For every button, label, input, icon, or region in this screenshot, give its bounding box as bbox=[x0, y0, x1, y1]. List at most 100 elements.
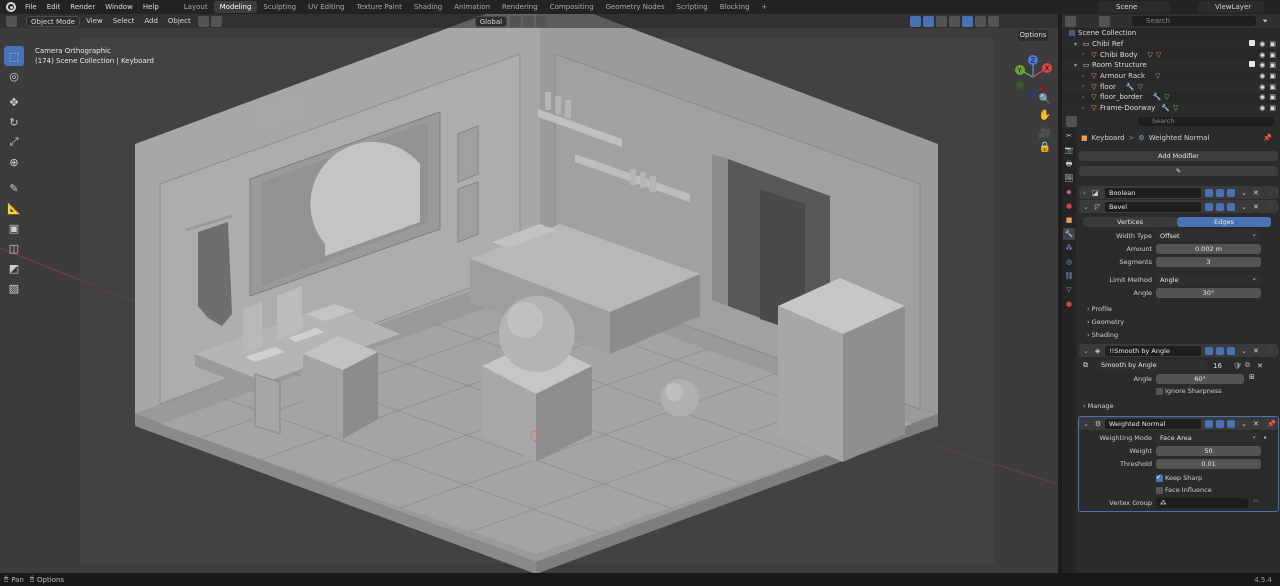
visibility-eye-icon[interactable]: ◉ bbox=[1259, 83, 1265, 91]
render-tab-icon[interactable]: 📷 bbox=[1063, 144, 1075, 156]
dropdown-icon[interactable]: ⌄ bbox=[1241, 189, 1247, 197]
geometry-subpanel[interactable]: › Geometry bbox=[1087, 318, 1124, 326]
modifier-weighted-normal-header[interactable]: ⌄ ⚙ Weighted Normal ⌄ ✕ 📌 bbox=[1079, 417, 1278, 430]
visibility-eye-icon[interactable]: ◉ bbox=[1259, 40, 1265, 48]
tab-layout[interactable]: Layout bbox=[178, 1, 214, 13]
filter-icon[interactable]: ⏷ bbox=[1262, 17, 1268, 26]
modifier-tab-icon[interactable]: 🔧 bbox=[1063, 228, 1075, 240]
modifier-boolean-header[interactable]: › ◪ Boolean ⌄ ✕ ⋮⋮ bbox=[1079, 186, 1280, 199]
mode-dropdown[interactable]: Object Mode bbox=[26, 15, 81, 27]
remove-modifier-icon[interactable]: ✕ bbox=[1253, 189, 1259, 197]
select-box-tool-icon[interactable]: ⬚ bbox=[4, 46, 24, 66]
wireframe-shading-icon[interactable] bbox=[949, 15, 961, 27]
render-camera-icon[interactable]: ▣ bbox=[1269, 61, 1276, 69]
select-mode-2-icon[interactable] bbox=[210, 15, 222, 27]
material-tab-icon[interactable]: ● bbox=[1063, 298, 1075, 310]
extra-tool-2-icon[interactable]: ▨ bbox=[4, 278, 24, 298]
tab-sculpting[interactable]: Sculpting bbox=[257, 1, 302, 13]
overlay-toggle-icon[interactable] bbox=[923, 15, 935, 27]
manage-subpanel[interactable]: › Manage bbox=[1083, 402, 1114, 410]
dropdown-icon[interactable]: ⌄ bbox=[1241, 203, 1247, 211]
invert-vertex-group-icon[interactable]: ↔ bbox=[1253, 497, 1259, 505]
render-camera-icon[interactable]: ▣ bbox=[1269, 104, 1276, 112]
expand-arrow-icon[interactable]: ▾ bbox=[1074, 62, 1082, 69]
menu-view[interactable]: View bbox=[82, 16, 107, 27]
collapse-arrow-icon[interactable]: ⌄ bbox=[1083, 203, 1089, 211]
display-mode-icon[interactable] bbox=[1099, 15, 1110, 27]
outliner-row-floor-border[interactable]: › ▽ floor_border 🔧 ▽ ◉ ▣ bbox=[1062, 92, 1280, 103]
modifier-name-boolean[interactable]: Boolean bbox=[1105, 187, 1201, 198]
outliner-row-chibi-ref[interactable]: ▾ ▭ Chibi Ref ◉ ▣ bbox=[1062, 38, 1280, 50]
properties-search-input[interactable]: Search bbox=[1138, 117, 1274, 126]
render-toggle-icon[interactable] bbox=[1227, 419, 1235, 428]
blender-logo-icon[interactable] bbox=[6, 2, 16, 12]
dropdown-icon[interactable]: ⌄ bbox=[1241, 347, 1247, 355]
render-camera-icon[interactable]: ▣ bbox=[1269, 51, 1276, 59]
render-toggle-icon[interactable] bbox=[1227, 188, 1235, 197]
visibility-eye-icon[interactable]: ◉ bbox=[1259, 104, 1265, 112]
scene-selector[interactable]: Scene bbox=[1098, 1, 1170, 13]
expand-arrow-icon[interactable]: › bbox=[1082, 73, 1090, 80]
segments-field[interactable]: 3 bbox=[1156, 257, 1261, 267]
remove-modifier-icon[interactable]: ✕ bbox=[1253, 420, 1259, 428]
remove-modifier-icon[interactable]: ✕ bbox=[1253, 203, 1259, 211]
render-toggle-icon[interactable] bbox=[1227, 346, 1235, 355]
constraints-tab-icon[interactable]: ⛓ bbox=[1063, 270, 1075, 282]
remove-modifier-icon[interactable]: ✕ bbox=[1253, 347, 1259, 355]
menu-edit[interactable]: Edit bbox=[42, 3, 66, 11]
xray-icon[interactable] bbox=[936, 15, 948, 27]
tab-texture-paint[interactable]: Texture Paint bbox=[351, 1, 408, 13]
object-tab-icon[interactable]: ■ bbox=[1063, 214, 1075, 226]
attribute-toggle-icon[interactable]: ⊞ bbox=[1249, 373, 1255, 381]
include-checkbox[interactable] bbox=[1249, 40, 1256, 47]
proportional-edit-icon[interactable] bbox=[536, 15, 548, 27]
material-shading-icon[interactable] bbox=[975, 15, 987, 27]
amount-field[interactable]: 0.002 m bbox=[1156, 244, 1261, 254]
tab-modeling[interactable]: Modeling bbox=[213, 1, 258, 13]
pivot-icon[interactable] bbox=[510, 15, 522, 27]
drag-handle-icon[interactable]: ⋮⋮ bbox=[1267, 189, 1280, 197]
tab-geometry-nodes[interactable]: Geometry Nodes bbox=[600, 1, 671, 13]
properties-editor-icon[interactable] bbox=[1066, 116, 1077, 127]
output-tab-icon[interactable]: 🖶 bbox=[1063, 158, 1075, 170]
tab-uv-editing[interactable]: UV Editing bbox=[302, 1, 351, 13]
tab-shading[interactable]: Shading bbox=[408, 1, 448, 13]
expand-arrow-icon[interactable]: › bbox=[1082, 83, 1090, 90]
outliner-row-floor[interactable]: › ▽ floor 🔧 ▽ ◉ ▣ bbox=[1062, 81, 1280, 93]
visibility-eye-icon[interactable]: ◉ bbox=[1259, 51, 1265, 59]
scene-tab-icon[interactable]: ◆ bbox=[1063, 186, 1075, 198]
viewport-toggle-icon[interactable] bbox=[1216, 419, 1224, 428]
include-checkbox[interactable] bbox=[1249, 61, 1256, 68]
menu-help[interactable]: Help bbox=[138, 3, 164, 11]
menu-file[interactable]: File bbox=[20, 3, 42, 11]
outliner-editor-icon[interactable] bbox=[1065, 15, 1076, 27]
view-layer-tab-icon[interactable]: 🖼 bbox=[1063, 172, 1075, 184]
3d-viewport[interactable]: Object Mode View Select Add Object Globa… bbox=[0, 14, 1058, 573]
gizmo-toggle-icon[interactable] bbox=[910, 15, 922, 27]
world-tab-icon[interactable]: ● bbox=[1063, 200, 1075, 212]
editor-type-icon[interactable] bbox=[6, 15, 17, 27]
edit-mode-toggle-icon[interactable] bbox=[1205, 188, 1213, 197]
menu-window[interactable]: Window bbox=[100, 3, 138, 11]
outliner-row-room-structure[interactable]: ▾ ▭ Room Structure ◉ ▣ bbox=[1062, 60, 1280, 71]
select-mode-icon[interactable] bbox=[197, 15, 209, 27]
expand-arrow-icon[interactable]: › bbox=[1082, 94, 1090, 101]
tab-rendering[interactable]: Rendering bbox=[496, 1, 544, 13]
outliner-row-frame-doorway[interactable]: › ▽ Frame-Doorway 🔧 ▽ ◉ ▣ bbox=[1062, 102, 1280, 114]
vertex-group-field[interactable]: ⁂ bbox=[1156, 498, 1248, 508]
render-camera-icon[interactable]: ▣ bbox=[1269, 83, 1276, 91]
render-camera-icon[interactable]: ▣ bbox=[1269, 40, 1276, 48]
render-camera-icon[interactable]: ▣ bbox=[1269, 72, 1276, 80]
outliner-row-scene-collection[interactable]: ▤ Scene Collection bbox=[1062, 28, 1280, 39]
edit-mode-toggle-icon[interactable] bbox=[1205, 202, 1213, 211]
physics-tab-icon[interactable]: ◎ bbox=[1063, 256, 1075, 268]
weight-field[interactable]: 50 bbox=[1156, 446, 1261, 456]
profile-subpanel[interactable]: › Profile bbox=[1087, 305, 1112, 313]
render-camera-icon[interactable]: ▣ bbox=[1269, 93, 1276, 101]
viewport-toggle-icon[interactable] bbox=[1216, 202, 1224, 211]
node-tree-icon[interactable]: ⧉ bbox=[1083, 361, 1088, 370]
transform-tool-icon[interactable]: ⊕ bbox=[4, 152, 24, 172]
edit-mode-toggle-icon[interactable] bbox=[1205, 419, 1213, 428]
node-group-field[interactable]: Smooth by Angle bbox=[1097, 360, 1207, 370]
visibility-eye-icon[interactable]: ◉ bbox=[1259, 61, 1265, 69]
